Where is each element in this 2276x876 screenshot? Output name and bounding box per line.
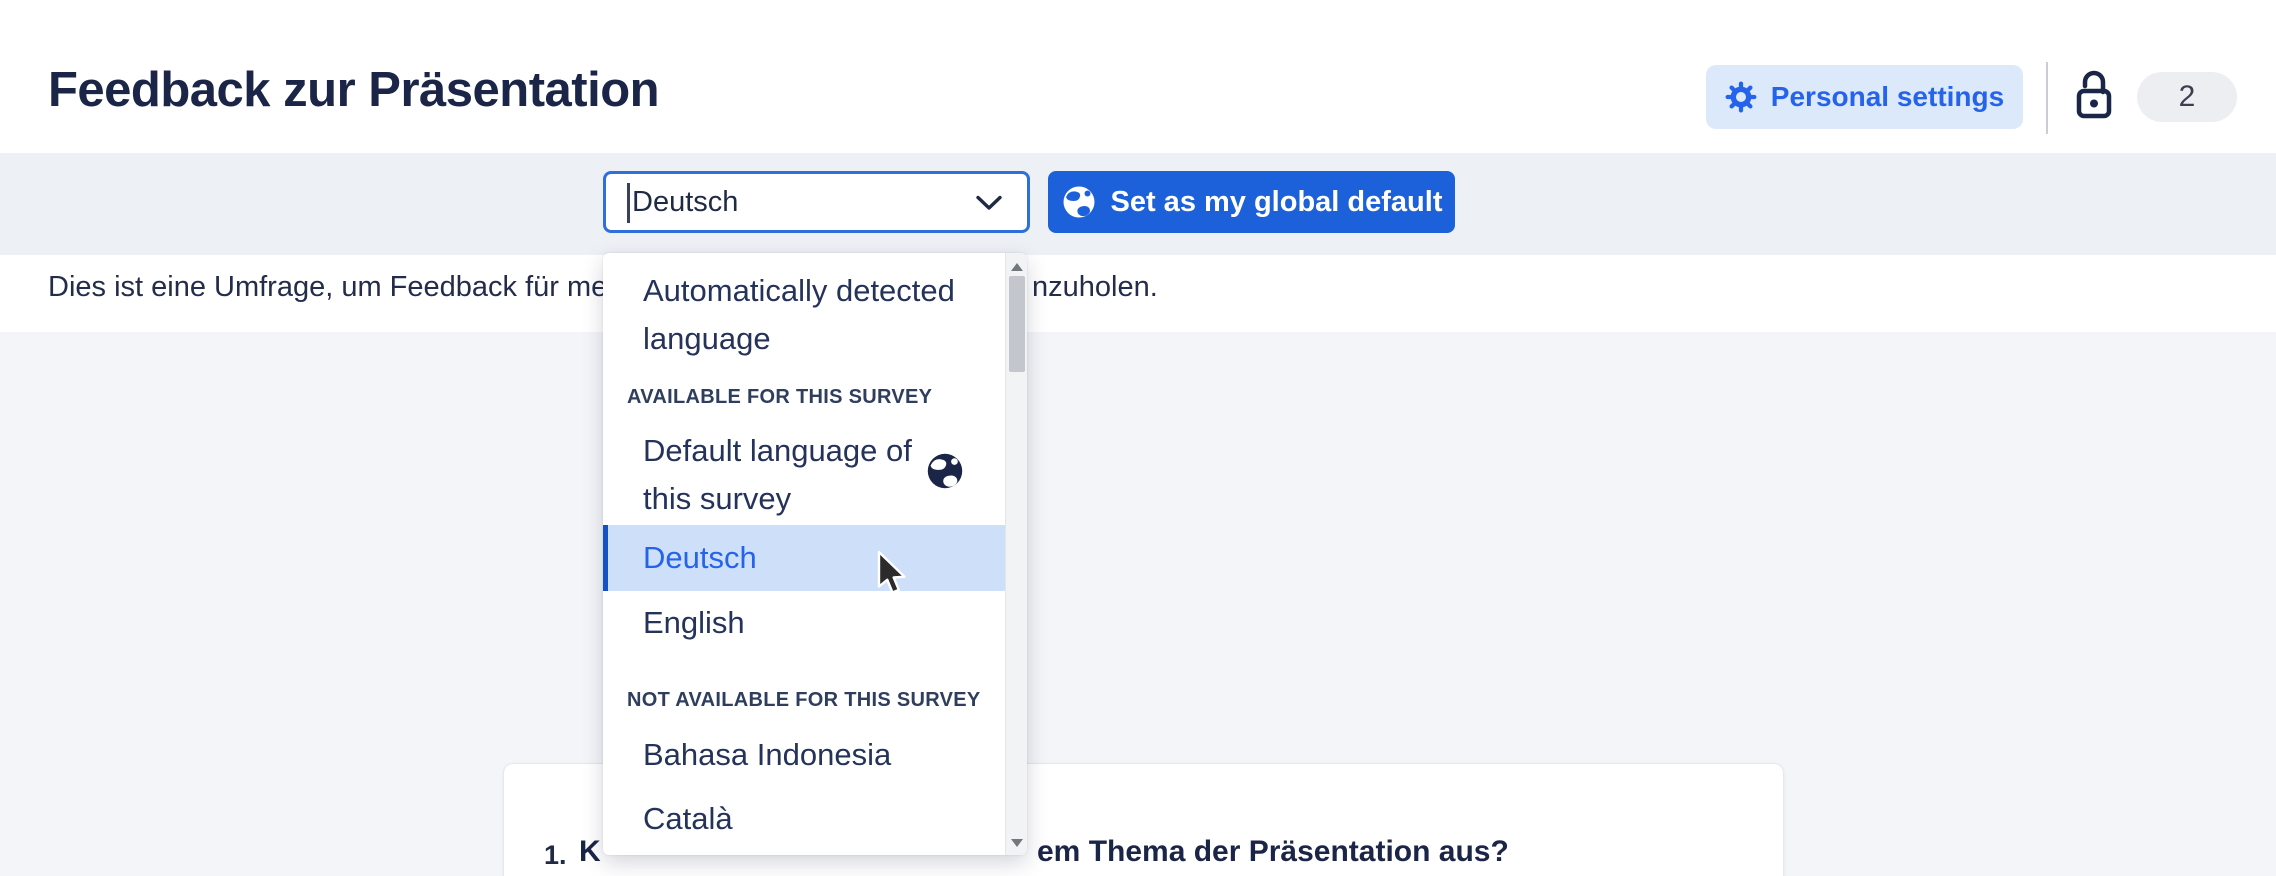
survey-page: Feedback zur Präsentation Personal setti… <box>0 0 2276 876</box>
globe-icon <box>925 451 965 491</box>
dropdown-section-not-available: NOT AVAILABLE FOR THIS SURVEY <box>627 689 981 712</box>
survey-description-right: nzuholen. <box>1032 271 1158 304</box>
header-divider <box>2046 62 2048 134</box>
language-dropdown-menu: Automatically detected language AVAILABL… <box>603 253 1027 855</box>
dropdown-option-deutsch-selected[interactable]: Deutsch <box>603 525 1005 591</box>
set-global-default-label: Set as my global default <box>1111 186 1443 219</box>
response-count-badge[interactable]: 2 <box>2137 72 2237 122</box>
page-title: Feedback zur Präsentation <box>48 62 659 118</box>
chevron-down-icon <box>975 195 1003 211</box>
dropdown-option-bahasa[interactable]: Bahasa Indonesia <box>603 735 1003 775</box>
survey-main-area: 1. K em Thema der Präsentation aus? <box>0 332 2276 876</box>
dropdown-option-default-language[interactable]: Default language of this survey <box>603 427 953 523</box>
mouse-cursor <box>876 550 912 596</box>
question-number: 1. <box>544 840 567 871</box>
selected-language-value: Deutsch <box>632 186 738 219</box>
dropdown-option-auto-detect[interactable]: Automatically detected language <box>603 267 988 363</box>
scrollbar-thumb[interactable] <box>1009 276 1025 372</box>
question-text-left: K <box>579 835 601 869</box>
personal-settings-button[interactable]: Personal settings <box>1706 65 2023 129</box>
personal-settings-label: Personal settings <box>1771 81 2004 113</box>
survey-description-left: Dies ist eine Umfrage, um Feedback für m… <box>48 271 630 304</box>
language-select[interactable]: Deutsch <box>603 171 1030 233</box>
globe-icon <box>1061 184 1097 220</box>
dropdown-option-english[interactable]: English <box>603 603 1003 643</box>
unlock-icon[interactable] <box>2072 70 2116 120</box>
dropdown-option-catala[interactable]: Català <box>603 799 1003 839</box>
scroll-up-arrow-icon[interactable] <box>1011 263 1023 271</box>
scroll-down-arrow-icon[interactable] <box>1011 839 1023 847</box>
gear-icon <box>1725 81 1757 113</box>
set-global-default-button[interactable]: Set as my global default <box>1048 171 1455 233</box>
dropdown-scrollbar[interactable] <box>1005 253 1027 855</box>
text-caret <box>627 183 630 223</box>
question-text-right: em Thema der Präsentation aus? <box>1037 835 1509 869</box>
dropdown-section-available: AVAILABLE FOR THIS SURVEY <box>627 386 932 409</box>
